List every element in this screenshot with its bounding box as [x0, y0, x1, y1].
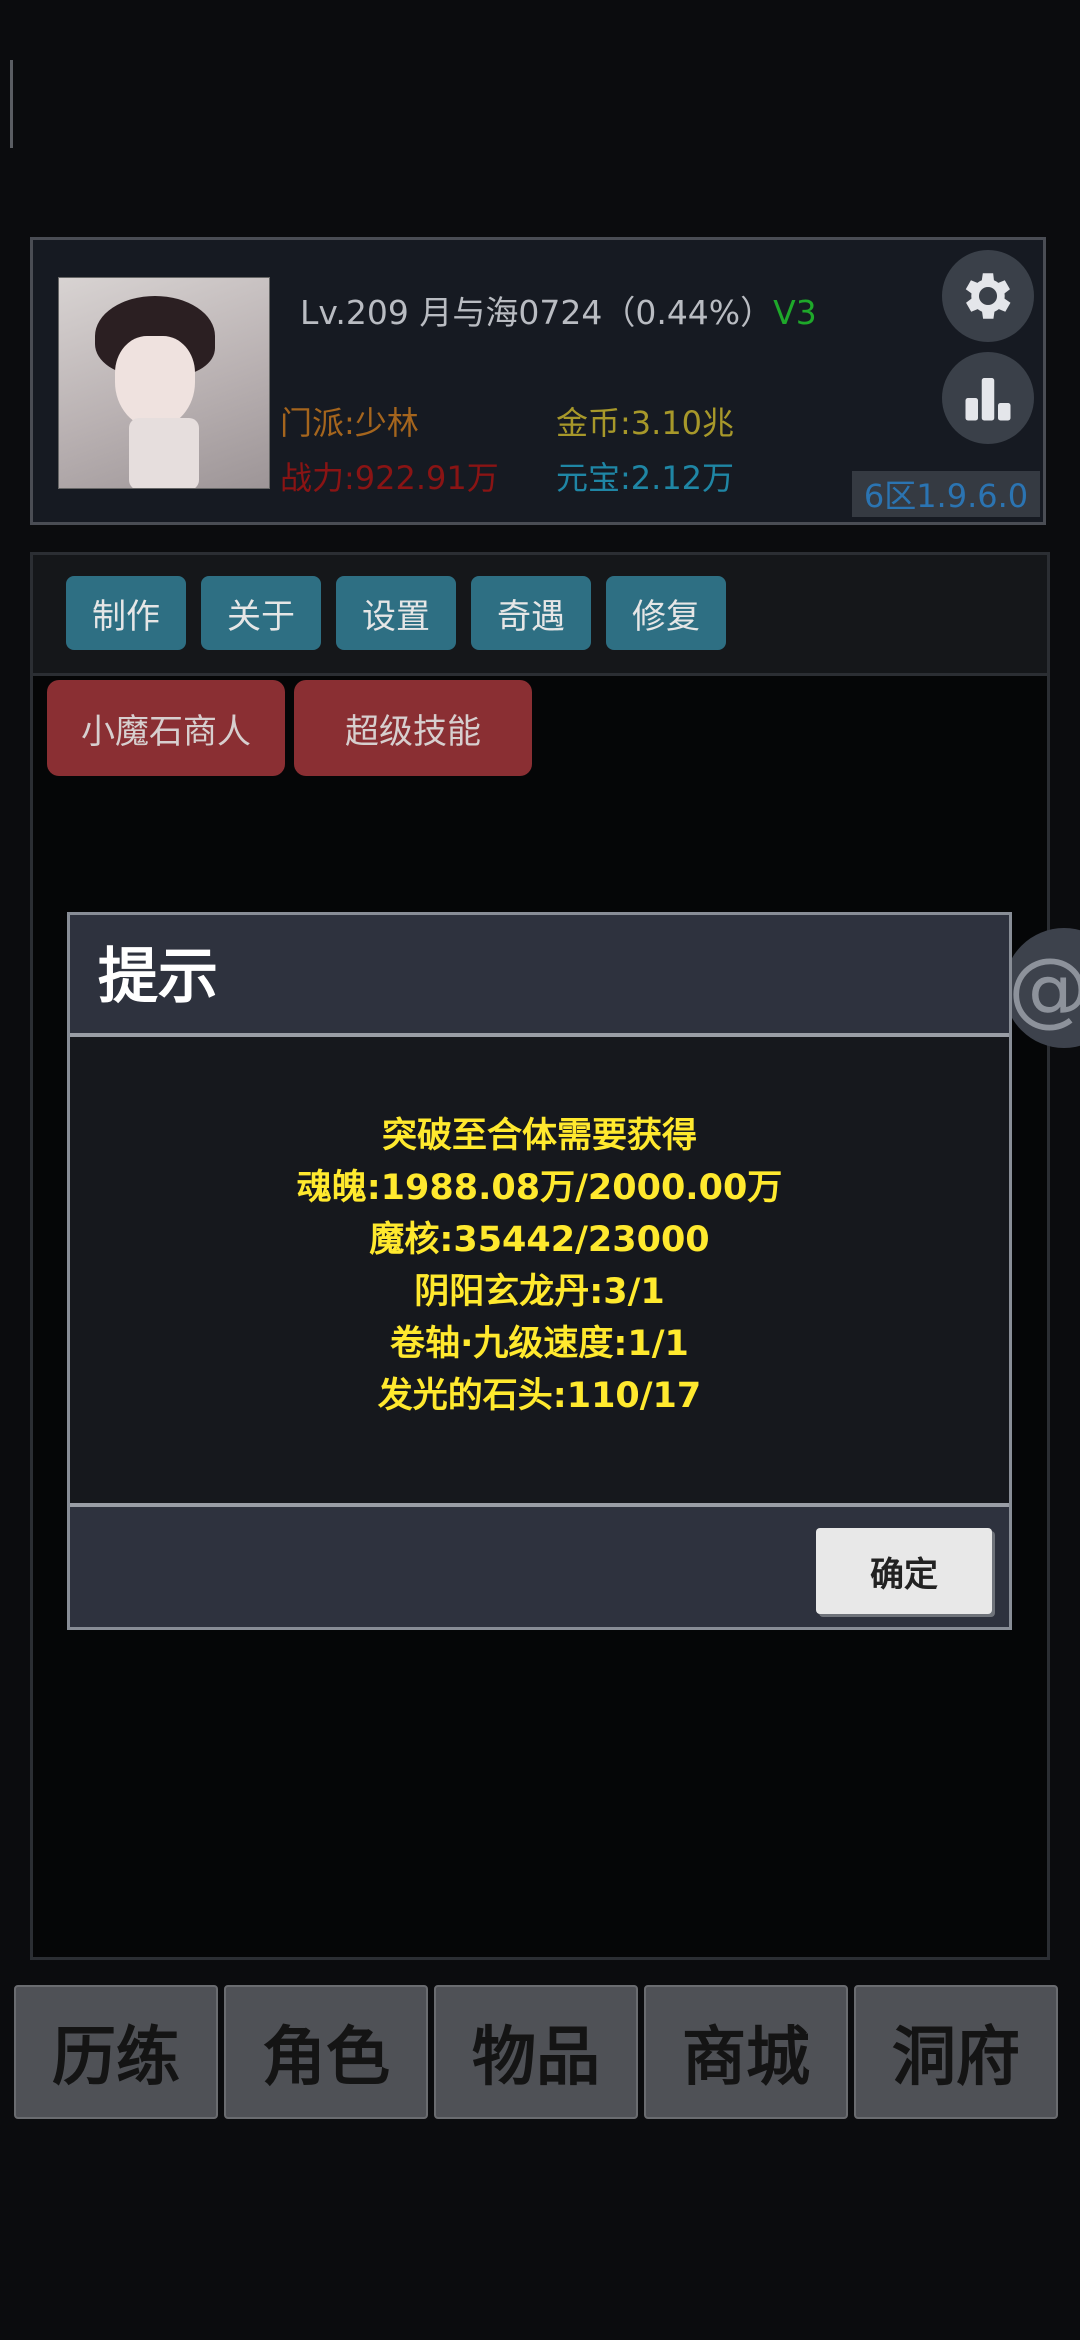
sect-stat: 门派:少林 [280, 404, 419, 442]
dialog-title: 提示 [98, 942, 218, 1012]
dialog-line: 突破至合体需要获得 [381, 1116, 697, 1156]
level-progress: （0.44%） [602, 293, 774, 332]
super-skill-button[interactable]: 超级技能 [294, 680, 532, 776]
dialog-line: 卷轴·九级速度:1/1 [390, 1324, 689, 1364]
floating-at-button[interactable]: @ [1004, 928, 1080, 1048]
tab-character[interactable]: 角色 [224, 1985, 428, 2119]
dialog-line: 发光的石头:110/17 [377, 1376, 702, 1416]
text-cursor [10, 60, 13, 148]
bar-chart-icon [965, 378, 1011, 421]
player-level: Lv.209 [300, 293, 409, 332]
tab-items[interactable]: 物品 [434, 1985, 638, 2119]
ingot-stat: 元宝:2.12万 [556, 459, 735, 497]
menu-settings-button[interactable]: 设置 [336, 576, 456, 650]
settings-button[interactable] [942, 250, 1034, 342]
gear-icon [965, 273, 1011, 319]
menu-make-button[interactable]: 制作 [66, 576, 186, 650]
stats-button[interactable] [942, 352, 1034, 444]
dialog-line: 魔核:35442/23000 [369, 1220, 710, 1260]
dialog-message: 突破至合体需要获得 魂魄:1988.08万/2000.00万 魔核:35442/… [70, 1110, 1009, 1422]
avatar[interactable] [58, 277, 270, 489]
dialog-line: 魂魄:1988.08万/2000.00万 [296, 1168, 783, 1208]
player-info: Lv.209 月与海0724（0.44%）V3 [300, 286, 817, 334]
gold-stat: 金币:3.10兆 [556, 404, 735, 442]
vip-badge: V3 [773, 293, 817, 332]
dialog-line: 阴阳玄龙丹:3/1 [414, 1272, 665, 1312]
power-stat: 战力:922.91万 [280, 459, 499, 497]
tab-training[interactable]: 历练 [14, 1985, 218, 2119]
confirm-button[interactable]: 确定 [816, 1528, 992, 1614]
menu-about-button[interactable]: 关于 [201, 576, 321, 650]
magic-stone-merchant-button[interactable]: 小魔石商人 [47, 680, 285, 776]
tab-shop[interactable]: 商城 [644, 1985, 848, 2119]
menu-encounter-button[interactable]: 奇遇 [471, 576, 591, 650]
at-icon: @ [1008, 941, 1080, 1036]
tab-cave[interactable]: 洞府 [854, 1985, 1058, 2119]
menu-repair-button[interactable]: 修复 [606, 576, 726, 650]
server-version: 6区1.9.6.0 [852, 471, 1040, 517]
player-name: 月与海0724 [419, 293, 603, 332]
